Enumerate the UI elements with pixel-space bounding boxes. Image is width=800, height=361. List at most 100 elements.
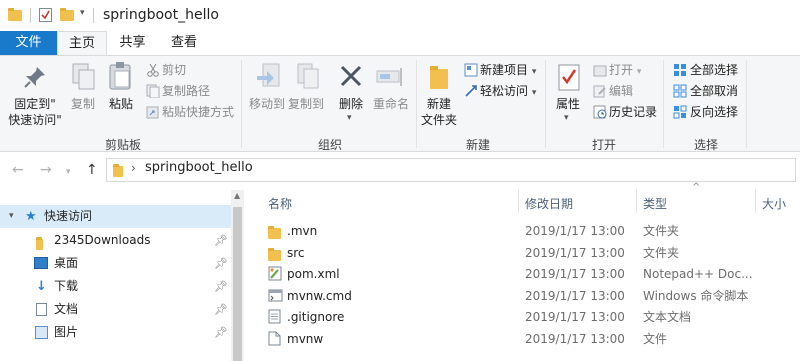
file-name: .mvn — [287, 224, 318, 238]
select-all-button[interactable]: 全部选择 — [690, 60, 738, 80]
history-button[interactable]: 历史记录 — [609, 102, 657, 122]
download-icon: ↓ — [36, 279, 47, 294]
title-bar: ▾ springboot_hello — [0, 0, 800, 31]
column-size[interactable]: 大小 — [762, 195, 786, 212]
nav-item-downloads[interactable]: ↓ 下载 📌︎ — [0, 275, 231, 298]
group-separator — [663, 60, 664, 148]
rename-icon — [376, 66, 404, 91]
new-item-button[interactable]: 新建项目 ▾ — [480, 60, 536, 80]
copy-path-icon — [146, 84, 160, 99]
easy-access-button[interactable]: 轻松访问 ▾ — [480, 81, 536, 101]
pin-icon[interactable]: 📌︎ — [214, 275, 228, 298]
open-button[interactable]: 打开 ▾ — [609, 60, 641, 80]
recent-chevron-icon[interactable]: ▾ — [66, 167, 71, 177]
new-group-label: 新建 — [465, 138, 490, 152]
file-type: Notepad++ Doc... — [643, 267, 753, 281]
copy-path-button[interactable]: 复制路径 — [162, 81, 210, 101]
tab-share[interactable]: 共享 — [110, 31, 155, 55]
properties-icon — [556, 62, 582, 95]
open-group-label: 打开 — [591, 138, 616, 152]
pin-icon[interactable]: 📌︎ — [214, 321, 228, 344]
ribbon-tabs: 文件 主页 共享 查看 — [0, 31, 800, 55]
file-date: 2019/1/17 13:00 — [525, 289, 625, 303]
chevron-down-icon[interactable]: ▾ — [347, 113, 352, 123]
tab-file[interactable]: 文件 — [0, 31, 57, 55]
select-none-button[interactable]: 全部取消 — [690, 81, 738, 101]
file-row[interactable]: mvnw.cmd 2019/1/17 13:00 Windows 命令脚本 — [262, 285, 800, 307]
new-folder-label-line1: 新建 — [426, 97, 451, 111]
breadcrumb-chevron-icon[interactable]: › — [131, 161, 136, 175]
chevron-down-icon[interactable]: ▾ — [80, 8, 85, 18]
file-row[interactable]: src 2019/1/17 13:00 文件夹 — [262, 242, 800, 264]
column-name[interactable]: 名称 — [268, 195, 292, 212]
new-folder-icon — [429, 64, 449, 93]
invert-selection-button[interactable]: 反向选择 — [690, 102, 738, 122]
copy-to-button[interactable]: 复制到 — [285, 96, 327, 112]
pin-label-line2: 快速访问" — [8, 113, 62, 127]
pin-icon — [22, 64, 48, 93]
edit-button[interactable]: 编辑 — [609, 81, 633, 101]
sort-ascending-icon: ^ — [692, 182, 701, 193]
file-row[interactable]: .gitignore 2019/1/17 13:00 文本文档 — [262, 306, 800, 328]
pin-icon[interactable]: 📌︎ — [214, 252, 228, 275]
nav-item-desktop[interactable]: 桌面 📌︎ — [0, 252, 231, 275]
easy-access-label: 轻松访问 — [480, 84, 529, 98]
rename-button[interactable]: 重命名 — [370, 96, 412, 112]
column-separator[interactable] — [755, 189, 756, 213]
forward-arrow-icon[interactable]: → — [40, 162, 52, 178]
delete-button[interactable]: 删除 — [333, 96, 369, 112]
column-separator[interactable] — [518, 189, 519, 213]
title-separator — [30, 8, 31, 23]
column-date[interactable]: 修改日期 — [525, 195, 573, 212]
file-row[interactable]: .mvn 2019/1/17 13:00 文件夹 — [262, 220, 800, 242]
file-date: 2019/1/17 13:00 — [525, 224, 625, 238]
file-type: 文件夹 — [643, 246, 680, 260]
copy-icon — [71, 62, 97, 95]
paste-shortcut-icon — [146, 105, 160, 119]
pin-to-quick-access-button[interactable]: 固定到" 快速访问" — [4, 96, 66, 128]
clipboard-group-label: 剪贴板 — [104, 138, 141, 152]
nav-item-2345downloads[interactable]: 2345Downloads 📌︎ — [0, 229, 231, 252]
paste-button[interactable]: 粘贴 — [104, 96, 138, 112]
column-type[interactable]: 类型 — [643, 195, 667, 212]
nav-scrollbar-thumb[interactable] — [233, 207, 242, 361]
chevron-down-icon[interactable]: ▾ — [9, 205, 14, 228]
column-header-row — [244, 189, 800, 213]
open-label: 打开 — [609, 63, 634, 77]
file-name: mvnw.cmd — [287, 289, 352, 303]
new-folder-button[interactable]: 新建 文件夹 — [418, 96, 460, 128]
chevron-down-icon[interactable]: ▾ — [564, 113, 569, 123]
file-type: 文本文档 — [643, 310, 692, 324]
breadcrumb-path[interactable]: springboot_hello — [145, 160, 253, 175]
pin-icon[interactable]: 📌︎ — [214, 229, 228, 252]
file-type: 文件 — [643, 332, 668, 346]
nav-item-pictures[interactable]: 图片 📌︎ — [0, 321, 231, 344]
file-row[interactable]: mvnw 2019/1/17 13:00 文件 — [262, 328, 800, 350]
new-item-label: 新建项目 — [480, 63, 529, 77]
properties-check-icon[interactable] — [39, 8, 52, 22]
cut-button[interactable]: 剪切 — [162, 60, 186, 80]
new-folder-label-line2: 文件夹 — [420, 113, 457, 127]
star-icon: ★ — [25, 209, 37, 224]
paste-icon — [107, 60, 135, 95]
column-separator[interactable] — [636, 189, 637, 213]
file-type: Windows 命令脚本 — [643, 289, 749, 303]
back-arrow-icon[interactable]: ← — [12, 162, 24, 178]
file-row[interactable]: pom.xml 2019/1/17 13:00 Notepad++ Doc... — [262, 263, 800, 285]
up-arrow-icon[interactable]: ↑ — [86, 162, 98, 178]
pin-icon[interactable]: 📌︎ — [214, 298, 228, 321]
copy-button[interactable]: 复制 — [66, 96, 100, 112]
nav-item-label: 桌面 — [54, 256, 79, 270]
group-separator — [241, 60, 242, 148]
move-to-button[interactable]: 移动到 — [246, 96, 288, 112]
new-folder-icon[interactable] — [60, 8, 74, 24]
chevron-down-icon: ▾ — [531, 88, 537, 98]
tab-home[interactable]: 主页 — [57, 31, 107, 55]
select-all-icon — [673, 63, 687, 77]
properties-button[interactable]: 属性 — [550, 96, 586, 112]
scroll-up-arrow-icon[interactable]: ▲ — [234, 191, 240, 200]
tab-view[interactable]: 查看 — [160, 31, 208, 55]
nav-item-documents[interactable]: 文档 📌︎ — [0, 298, 231, 321]
nav-item-quick-access[interactable]: ▾ ★ 快速访问 — [0, 205, 231, 228]
paste-shortcut-button[interactable]: 粘贴快捷方式 — [162, 102, 234, 122]
